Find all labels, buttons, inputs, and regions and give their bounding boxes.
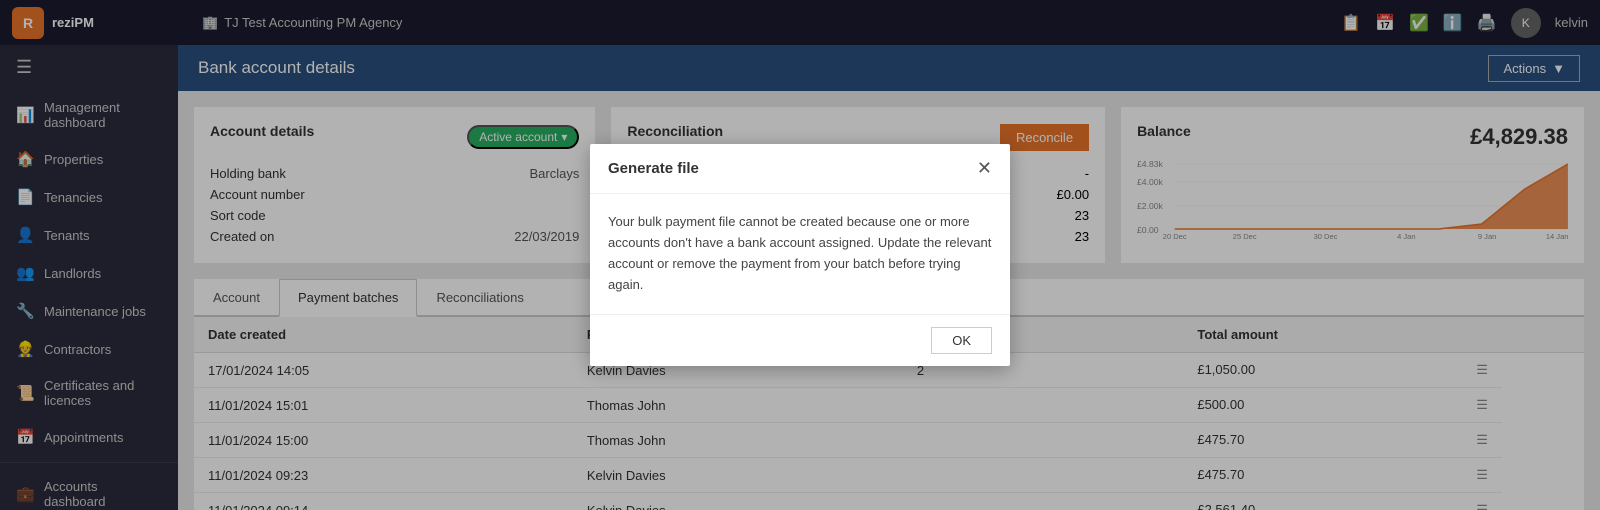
modal-title: Generate file [608,160,699,177]
modal-message: Your bulk payment file cannot be created… [608,212,992,295]
modal-ok-button[interactable]: OK [931,327,992,354]
generate-file-modal: Generate file ✕ Your bulk payment file c… [590,144,1010,365]
modal-body: Your bulk payment file cannot be created… [590,194,1010,313]
modal-close-button[interactable]: ✕ [977,158,992,179]
modal-header: Generate file ✕ [590,144,1010,194]
modal-footer: OK [590,314,1010,366]
modal-overlay[interactable]: Generate file ✕ Your bulk payment file c… [0,0,1600,510]
